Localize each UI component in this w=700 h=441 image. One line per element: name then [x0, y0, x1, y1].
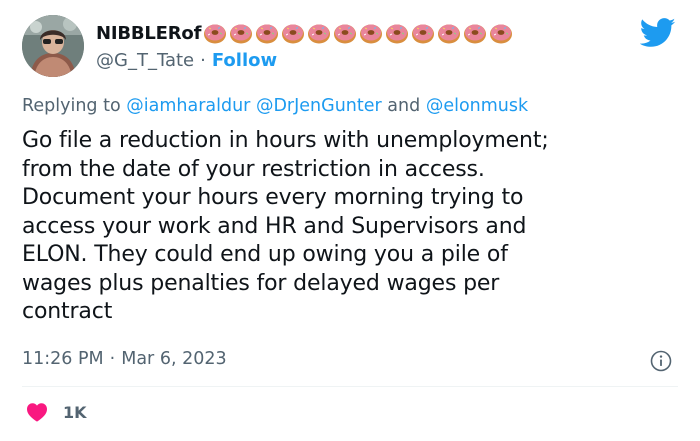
- donut-icon: [256, 24, 279, 44]
- tweet-text-line: from the date of your restriction in acc…: [22, 156, 485, 182]
- tweet-card: NIBBLERof @G_T_Tate · Follow Replying to…: [0, 0, 700, 441]
- donut-icon: [412, 24, 435, 44]
- user-handle[interactable]: @G_T_Tate: [96, 50, 194, 71]
- info-icon[interactable]: [650, 350, 672, 372]
- donut-icon: [490, 24, 513, 44]
- divider: [22, 386, 678, 387]
- tweet-text-line: ELON. They could end up owing you a pile…: [22, 242, 508, 267]
- display-name[interactable]: NIBBLERof: [96, 23, 201, 44]
- tweet-text-line: contract: [22, 299, 113, 324]
- donut-icon: [308, 24, 331, 44]
- handle-separator: ·: [200, 50, 206, 71]
- donut-emoji-group: [203, 21, 515, 45]
- avatar[interactable]: [22, 15, 84, 77]
- donut-icon: [230, 24, 253, 44]
- timestamp[interactable]: 11:26 PM · Mar 6, 2023: [22, 349, 227, 369]
- donut-icon: [204, 24, 227, 44]
- like-action[interactable]: 1K: [26, 402, 87, 422]
- mention-link[interactable]: @iamharaldur: [126, 96, 250, 116]
- mention-link[interactable]: @elonmusk: [426, 96, 528, 116]
- tweet-text-line: access your work and HR and Supervisors …: [22, 213, 527, 239]
- heart-icon[interactable]: [26, 402, 48, 422]
- display-name-row[interactable]: NIBBLERof: [96, 21, 515, 45]
- donut-icon: [464, 24, 487, 44]
- twitter-bird-icon[interactable]: [640, 18, 676, 48]
- replying-prefix: Replying to: [22, 96, 121, 116]
- donut-icon: [334, 24, 357, 44]
- tweet-date[interactable]: Mar 6, 2023: [121, 349, 226, 369]
- donut-icon: [282, 24, 305, 44]
- tweet-time[interactable]: 11:26 PM: [22, 349, 104, 369]
- tweet-text-line: Document your hours every morning trying…: [22, 185, 524, 210]
- replying-to: Replying to @iamharaldur @DrJenGunter an…: [22, 96, 528, 116]
- mention-link[interactable]: @DrJenGunter: [256, 96, 382, 116]
- replying-joiner: and: [387, 96, 421, 116]
- handle-row: @G_T_Tate · Follow: [96, 50, 277, 71]
- profile-photo-icon: [22, 15, 84, 77]
- like-count: 1K: [63, 402, 87, 422]
- timestamp-separator: ·: [109, 349, 116, 369]
- donut-icon: [360, 24, 383, 44]
- tweet-text-line: Go file a reduction in hours with unempl…: [22, 128, 549, 153]
- donut-icon: [438, 24, 461, 44]
- tweet-text: Go file a reduction in hours with unempl…: [22, 127, 682, 327]
- tweet-text-line: wages plus penalties for delayed wages p…: [22, 270, 500, 296]
- follow-button[interactable]: Follow: [212, 50, 277, 71]
- donut-icon: [386, 24, 409, 44]
